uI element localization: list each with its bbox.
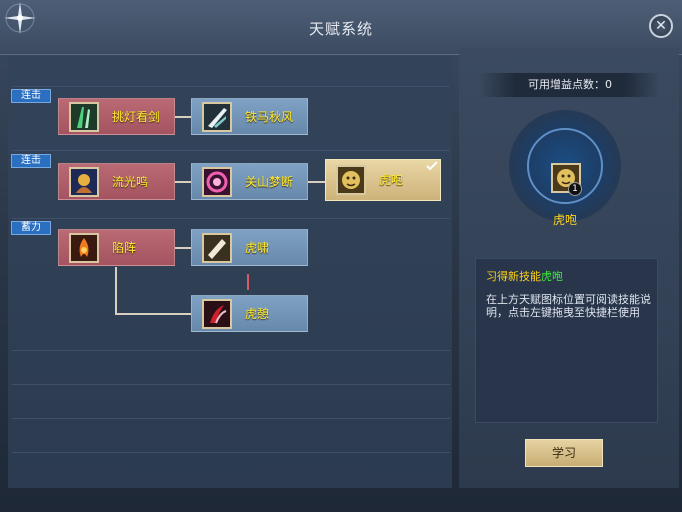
- close-icon: ✕: [655, 18, 667, 34]
- talent-node-guanshan[interactable]: 关山梦断: [191, 163, 308, 200]
- connector-line: [174, 116, 192, 118]
- level-badge: 1: [568, 182, 582, 196]
- row-divider: [12, 150, 450, 151]
- window-title: 天赋系统: [308, 20, 373, 38]
- connector-line: [115, 313, 192, 315]
- talent-node-huqi[interactable]: 虎憩: [191, 295, 308, 332]
- green-blade-skill-icon: [69, 102, 99, 132]
- talent-node-tiaodeng[interactable]: 挑灯看剑: [58, 98, 175, 135]
- talent-label: 虎啸: [245, 241, 270, 255]
- connector-line: [174, 247, 192, 249]
- talent-node-tiema[interactable]: 铁马秋风: [191, 98, 308, 135]
- row-divider: [12, 86, 450, 87]
- row-divider: [12, 350, 450, 351]
- connector-line: [115, 267, 117, 314]
- learned-skill-name: 虎咆: [541, 270, 563, 283]
- talent-label: 铁马秋风: [245, 110, 294, 124]
- row-divider: [12, 452, 450, 453]
- talent-label: 陷阵: [112, 241, 137, 255]
- available-points: 可用增益点数：0: [480, 73, 660, 97]
- talent-node-huxiao[interactable]: 虎啸: [191, 229, 308, 266]
- learned-skill-heading: 习得新技能虎咆: [486, 268, 563, 284]
- connector-line: [307, 181, 326, 183]
- talent-label: 流光鸣: [112, 175, 149, 189]
- talent-label: 挑灯看剑: [112, 110, 161, 124]
- talent-label: 关山梦断: [245, 175, 294, 189]
- golden-warrior-skill-icon: [69, 167, 99, 197]
- close-button[interactable]: ✕: [649, 14, 673, 38]
- selected-talent-name: 虎咆: [552, 213, 577, 227]
- learn-button[interactable]: 学习: [525, 439, 603, 467]
- talent-label: 虎咆: [379, 173, 404, 187]
- pink-swirl-skill-icon: [202, 167, 232, 197]
- white-wedge-skill-icon: [202, 233, 232, 263]
- talent-node-liuguang[interactable]: 流光鸣: [58, 163, 175, 200]
- learned-prefix: 习得新技能: [486, 270, 541, 283]
- skill-description: 在上方天赋图标位置可阅读技能说明，点击左键拖曳至快捷栏使用: [486, 293, 651, 319]
- row-label-charge: 蓄力: [11, 221, 51, 235]
- red-claw-skill-icon: [202, 299, 232, 329]
- tiger-head-skill-icon: [336, 165, 366, 195]
- fire-charge-skill-icon: [69, 233, 99, 263]
- row-divider: [12, 218, 450, 219]
- talent-node-xianzhen[interactable]: 陷阵: [58, 229, 175, 266]
- row-divider: [12, 384, 450, 385]
- talent-node-hupao-selected[interactable]: 虎咆: [325, 159, 441, 201]
- white-slash-skill-icon: [202, 102, 232, 132]
- row-label-combo-1: 连击: [11, 89, 51, 103]
- row-divider: [12, 418, 450, 419]
- connector-line: [174, 181, 192, 183]
- checkmark-icon: [426, 161, 438, 171]
- row-label-combo-2: 连击: [11, 154, 51, 168]
- connector-line-locked: [247, 274, 249, 290]
- talent-label: 虎憩: [245, 307, 270, 321]
